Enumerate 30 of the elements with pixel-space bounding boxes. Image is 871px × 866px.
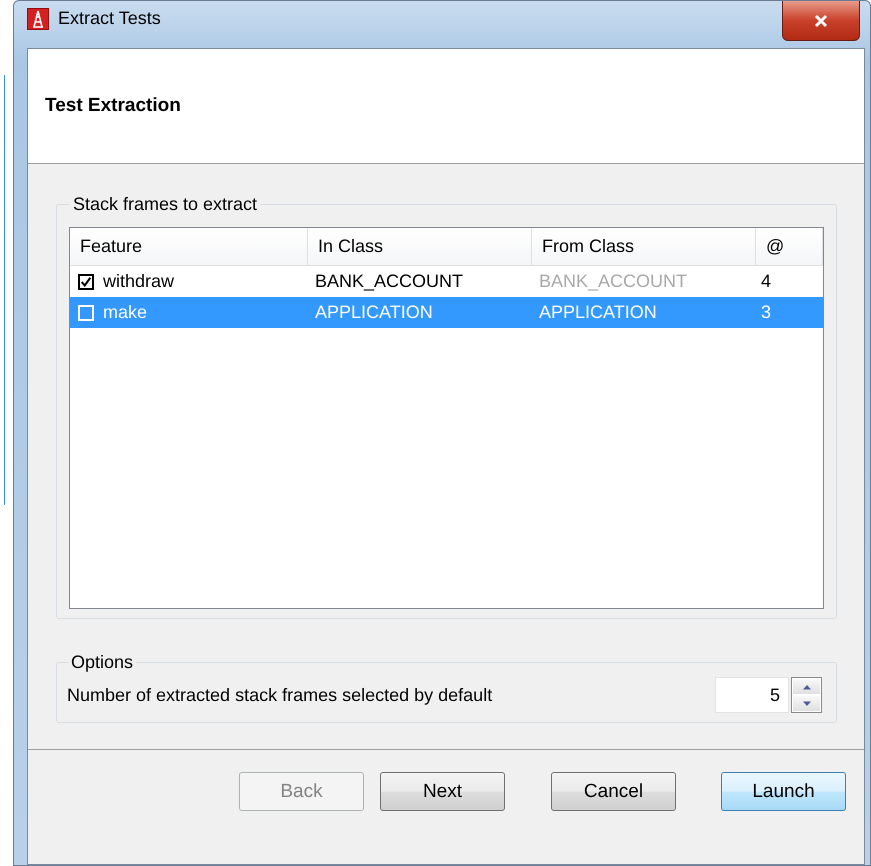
checkbox[interactable]	[78, 274, 94, 290]
up-arrow-icon	[802, 684, 812, 690]
table-cell: APPLICATION	[315, 302, 433, 323]
table-cell: APPLICATION	[539, 302, 657, 323]
table-cell: make	[103, 302, 148, 323]
table-cell: 4	[761, 271, 772, 292]
table-cell: BANK_ACCOUNT	[315, 271, 464, 292]
dialog-button[interactable]: Launch	[721, 772, 846, 811]
table-cell: 3	[761, 302, 772, 323]
group-title: Options	[70, 652, 134, 673]
option-label: Number of extracted stack frames selected by default	[67, 684, 492, 706]
close-button[interactable]	[782, 1, 860, 41]
group-title: Stack frames to extract	[72, 194, 258, 215]
increment-button[interactable]	[792, 678, 821, 695]
column-header[interactable]: Feature	[70, 228, 308, 265]
down-arrow-icon	[802, 700, 812, 706]
window-title: Extract Tests	[58, 8, 161, 29]
decrement-button[interactable]	[792, 695, 821, 712]
column-header[interactable]: In Class	[308, 228, 532, 265]
number-field[interactable]: 5	[715, 677, 789, 713]
table-cell: BANK_ACCOUNT	[539, 271, 688, 292]
close-icon	[813, 14, 829, 28]
dialog-button[interactable]: Cancel	[551, 772, 676, 811]
table-row[interactable]: withdraw BANK_ACCOUNT BANK_ACCOUNT 4	[70, 266, 823, 297]
table-cell: withdraw	[103, 271, 174, 292]
column-header[interactable]: From Class	[532, 228, 756, 265]
page-title: Test Extraction	[45, 95, 181, 117]
dialog-button[interactable]: Next	[380, 772, 505, 811]
tower-icon	[27, 8, 49, 30]
column-header[interactable]: @	[756, 228, 823, 265]
